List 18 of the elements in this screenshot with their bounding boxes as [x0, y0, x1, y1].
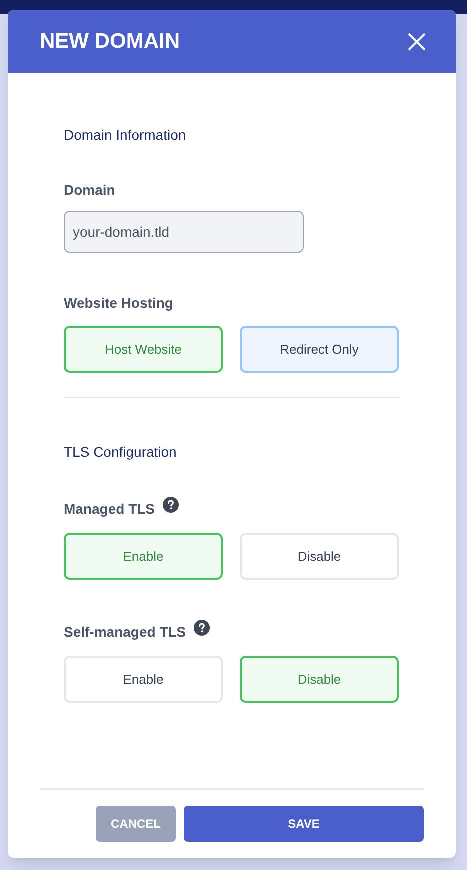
option-button[interactable]: Redirect Only: [240, 326, 399, 373]
option-button[interactable]: Enable: [64, 656, 223, 703]
dialog-title: NEW DOMAIN: [40, 28, 180, 55]
help-icon[interactable]: [194, 620, 210, 636]
close-icon[interactable]: [408, 32, 426, 50]
section-heading: Domain Information: [64, 126, 188, 145]
option-button[interactable]: Host Website: [64, 326, 223, 373]
option-button[interactable]: Disable: [240, 533, 399, 580]
help-icon[interactable]: [163, 497, 180, 513]
section-heading: TLS Configuration: [64, 443, 178, 462]
domain-input[interactable]: your-domain.tld: [64, 211, 304, 253]
field-label: Website Hosting: [64, 294, 174, 313]
option-button[interactable]: Disable: [240, 656, 399, 703]
field-label: Domain: [64, 181, 116, 200]
option-button[interactable]: Enable: [64, 533, 223, 580]
save-button[interactable]: SAVE: [184, 806, 424, 842]
field-label: Managed TLS: [64, 500, 156, 519]
field-label: Self-managed TLS: [64, 622, 186, 642]
